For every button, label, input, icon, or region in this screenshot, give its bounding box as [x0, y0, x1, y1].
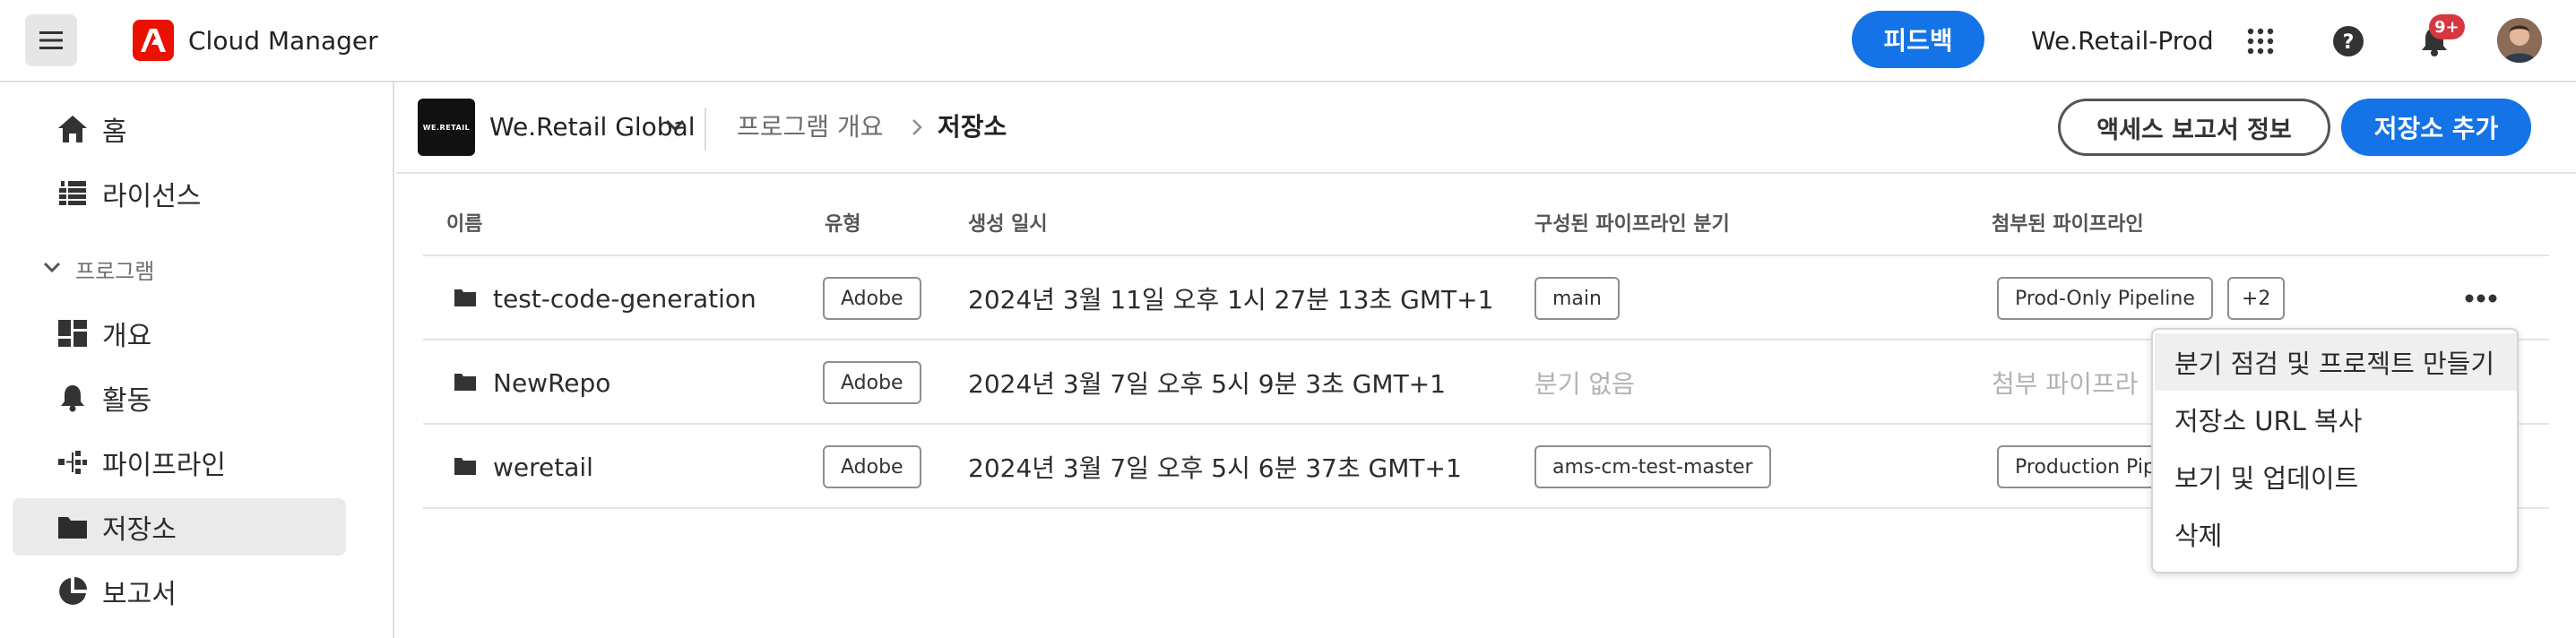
pipeline-tag: Prod-Only Pipeline [1997, 277, 2213, 320]
chevron-right-icon [911, 118, 923, 140]
created-date: 2024년 3월 11일 오후 1시 27분 13초 GMT+1 [968, 285, 1494, 315]
branch-tag: main [1534, 277, 1620, 320]
sidebar-item-repositories[interactable]: 저장소 [13, 498, 346, 556]
menu-item-copy-repo-url[interactable]: 저장소 URL 복사 [2155, 391, 2517, 448]
chevron-down-icon[interactable] [665, 118, 685, 135]
repo-name-cell[interactable]: NewRepo [454, 341, 610, 425]
menu-icon[interactable] [25, 14, 77, 66]
dashboard-icon [56, 316, 90, 350]
repo-type-cell: Adobe [823, 341, 921, 425]
repo-type-tag: Adobe [823, 361, 921, 404]
sidebar-item-label: 홈 [102, 116, 127, 148]
sidebar-item-label: 활동 [102, 385, 152, 417]
created-date: 2024년 3월 7일 오후 5시 9분 3초 GMT+1 [968, 369, 1446, 399]
app-title[interactable]: Cloud Manager [188, 23, 378, 59]
repo-name: NewRepo [493, 367, 611, 398]
sidebar-item-activity[interactable]: 활동 [13, 369, 346, 427]
sidebar-item-label: 개요 [102, 321, 152, 352]
menu-item-view-update[interactable]: 보기 및 업데이트 [2155, 448, 2517, 505]
adobe-logo[interactable] [133, 20, 174, 61]
feedback-button[interactable]: 피드백 [1852, 11, 1984, 68]
program-thumbnail-text: WE.RETAIL [422, 123, 471, 132]
sidebar-item-licenses[interactable]: 라이선스 [13, 165, 346, 222]
sidebar-item-pipelines[interactable]: 파이프라인 [13, 434, 346, 491]
repo-type-cell: Adobe [823, 256, 921, 341]
sidebar-section-label: 프로그램 [75, 258, 155, 284]
folder-icon [454, 368, 477, 398]
sidebar-item-label: 파이프라인 [102, 450, 226, 481]
repo-type-tag: Adobe [823, 445, 921, 488]
folder-icon [454, 453, 477, 482]
folder-icon [454, 284, 477, 314]
sidebar-item-reports[interactable]: 보고서 [13, 563, 346, 620]
access-report-button[interactable]: 액세스 보고서 정보 [2058, 99, 2330, 156]
divider [705, 108, 706, 151]
row-actions-menu: 분기 점검 및 프로젝트 만들기 저장소 URL 복사 보기 및 업데이트 삭제 [2151, 328, 2519, 573]
notification-badge: 9+ [2429, 14, 2465, 39]
pipeline-empty-text: 첨부 파이프라 [1992, 369, 2139, 399]
program-thumbnail[interactable]: WE.RETAIL [418, 99, 475, 156]
sidebar-item-label: 라이선스 [102, 181, 202, 212]
add-repository-button[interactable]: 저장소 추가 [2341, 99, 2531, 156]
repo-name-cell[interactable]: weretail [454, 425, 593, 509]
folder-icon [56, 510, 90, 544]
top-header: Cloud Manager 피드백 We.Retail-Prod ? 9+ [0, 0, 2576, 82]
bell-icon [56, 381, 90, 415]
breadcrumb-program-overview[interactable]: 프로그램 개요 [737, 109, 883, 145]
branch-cell: ams-cm-test-master [1534, 425, 1771, 509]
help-icon[interactable]: ? [2325, 18, 2372, 65]
license-icon [56, 177, 90, 211]
pipeline-icon [56, 445, 90, 479]
user-avatar[interactable] [2497, 18, 2542, 63]
sidebar-item-overview[interactable]: 개요 [13, 305, 346, 362]
sidebar-section-programs[interactable]: 프로그램 [43, 251, 154, 287]
column-header-type[interactable]: 유형 [825, 208, 860, 237]
branch-tag: ams-cm-test-master [1534, 445, 1771, 488]
menu-item-delete[interactable]: 삭제 [2155, 505, 2517, 563]
created-date: 2024년 3월 7일 오후 5시 6분 37초 GMT+1 [968, 453, 1462, 483]
column-header-name[interactable]: 이름 [446, 208, 482, 237]
repo-type-cell: Adobe [823, 425, 921, 509]
apps-grid-icon[interactable] [2237, 18, 2284, 65]
breadcrumb-current: 저장소 [938, 112, 1007, 142]
home-icon [56, 112, 90, 146]
column-header-created[interactable]: 생성 일시 [968, 208, 1048, 237]
svg-text:?: ? [2343, 31, 2355, 54]
sub-header: WE.RETAIL We.Retail Global 프로그램 개요 저장소 액… [396, 82, 2576, 174]
column-header-pipelines[interactable]: 첨부된 파이프라인 [1992, 208, 2144, 237]
column-header-branch[interactable]: 구성된 파이프라인 분기 [1534, 208, 1730, 237]
branch-cell: main [1534, 256, 1620, 341]
repo-name: test-code-generation [493, 283, 756, 314]
more-actions-icon[interactable] [2461, 283, 2501, 314]
repo-name-cell[interactable]: test-code-generation [454, 256, 756, 341]
pipeline-more-tag[interactable]: +2 [2226, 277, 2286, 320]
branch-empty-text: 분기 없음 [1534, 369, 1635, 399]
sidebar-item-label: 보고서 [102, 579, 177, 610]
table-header: 이름 유형 생성 일시 구성된 파이프라인 분기 첨부된 파이프라인 [423, 174, 2549, 256]
org-switcher[interactable]: We.Retail-Prod [2031, 23, 2214, 59]
repo-type-tag: Adobe [823, 277, 921, 320]
menu-item-checkout-branch[interactable]: 분기 점검 및 프로젝트 만들기 [2155, 333, 2517, 391]
sidebar: 홈 라이선스 프로그램 개요 활동 파이프라인 저장소 보고서 [0, 82, 394, 638]
sidebar-item-label: 저장소 [102, 514, 177, 546]
repo-name: weretail [493, 452, 593, 482]
pie-chart-icon [56, 574, 90, 608]
sidebar-item-home[interactable]: 홈 [13, 100, 346, 158]
chevron-down-icon [43, 261, 61, 278]
